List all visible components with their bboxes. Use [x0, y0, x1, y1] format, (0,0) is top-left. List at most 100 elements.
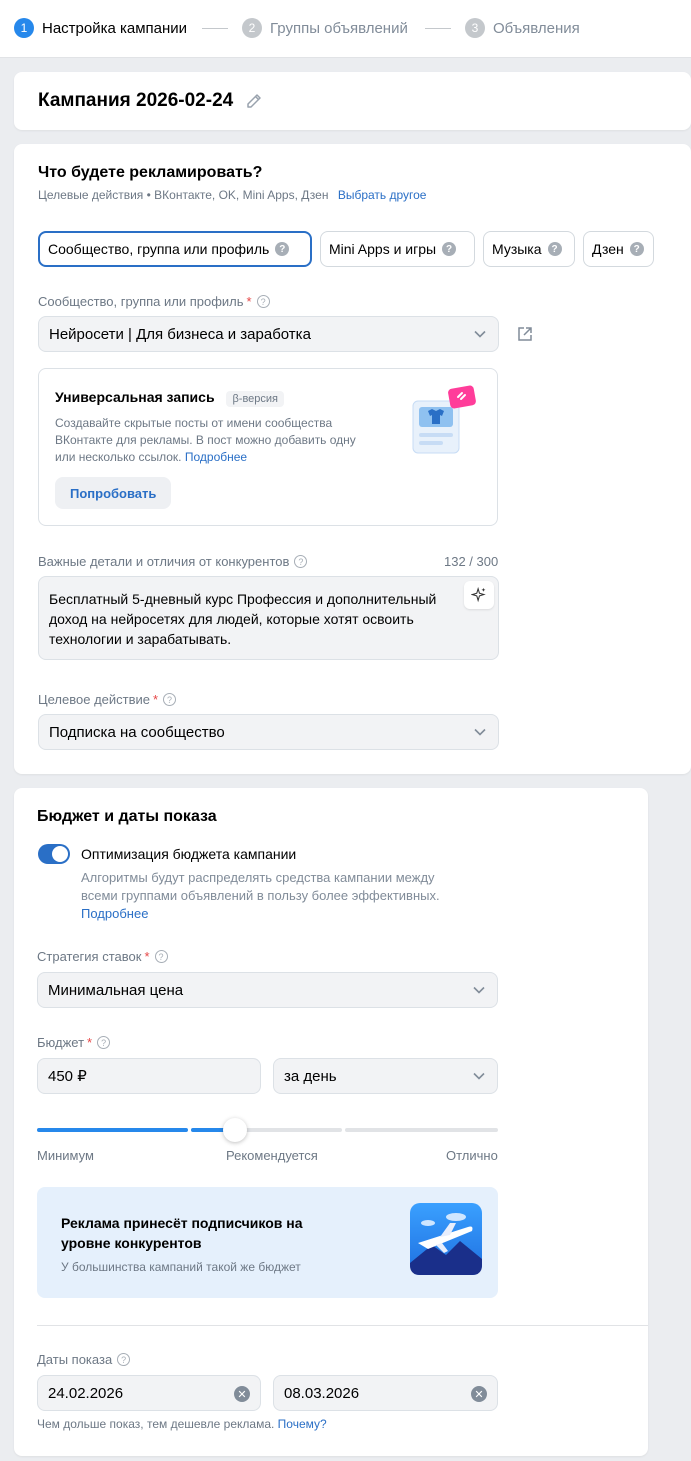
- chip-dzen[interactable]: Дзен ?: [583, 231, 654, 267]
- universal-post-promo: Универсальная запись β-версия Создавайте…: [38, 368, 498, 526]
- budget-heading: Бюджет и даты показа: [37, 808, 217, 825]
- campaign-title: Кампания 2026-02-24: [38, 90, 234, 111]
- strategy-value: Минимальная цена: [48, 981, 184, 999]
- toggle-label: Оптимизация бюджета кампании: [81, 846, 297, 862]
- chip-label: Дзен: [592, 241, 624, 257]
- step-ads[interactable]: 3 Объявления: [465, 17, 580, 39]
- promo-description: Создавайте скрытые посты от имени сообще…: [55, 415, 375, 466]
- help-icon[interactable]: ?: [163, 693, 177, 706]
- budget-period-select[interactable]: за день: [273, 1058, 498, 1094]
- details-field-label: Важные детали и отличия от конкурентов ?: [38, 554, 308, 569]
- budget-amount-value: 450 ₽: [48, 1068, 87, 1085]
- step-campaign-settings[interactable]: 1 Настройка кампании: [14, 17, 187, 39]
- slider-label-max: Отлично: [446, 1148, 498, 1163]
- date-end-input[interactable]: 08.03.2026 ✕: [273, 1375, 498, 1411]
- chip-label: Сообщество, группа или профиль: [48, 241, 270, 257]
- details-counter: 132 / 300: [444, 554, 499, 569]
- required-mark: *: [87, 1035, 93, 1050]
- help-icon[interactable]: ?: [547, 242, 562, 256]
- chip-label: Музыка: [492, 241, 542, 257]
- date-start-value: 24.02.2026: [48, 1384, 124, 1402]
- strategy-label-text: Стратегия ставок: [37, 949, 142, 964]
- toggle-more-link[interactable]: Подробнее: [81, 906, 148, 921]
- tip-subtitle: У большинства кампаний такой же бюджет: [61, 1260, 301, 1274]
- sparkle-icon: [471, 587, 486, 603]
- dates-hint-text: Чем дольше показ, тем дешевле реклама.: [37, 1417, 275, 1431]
- required-mark: *: [153, 692, 159, 707]
- campaign-title-card: Кампания 2026-02-24: [14, 72, 691, 130]
- help-icon[interactable]: ?: [294, 555, 308, 568]
- step-divider: [202, 28, 228, 29]
- budget-card: Бюджет и даты показа Оптимизация бюджета…: [14, 788, 648, 1456]
- slider-segment-min: [37, 1128, 188, 1132]
- step-label: Настройка кампании: [42, 19, 188, 37]
- chevron-down-icon: [474, 728, 486, 736]
- budget-period-value: за день: [284, 1067, 337, 1085]
- slider-label-mid: Рекомендуется: [226, 1148, 318, 1163]
- step-number: 3: [465, 18, 485, 38]
- try-button[interactable]: Попробовать: [55, 477, 172, 509]
- promo-title-row: Универсальная запись β-версия: [55, 389, 284, 407]
- help-icon[interactable]: ?: [117, 1353, 131, 1366]
- step-label: Группы объявлений: [270, 19, 408, 37]
- external-link-icon[interactable]: [516, 325, 534, 343]
- promote-card: Что будете рекламировать? Целевые действ…: [14, 144, 691, 774]
- toggle-desc-text: Алгоритмы будут распределять средства ка…: [81, 870, 440, 903]
- beta-badge: β-версия: [226, 391, 284, 407]
- dates-label-text: Даты показа: [37, 1352, 113, 1367]
- strategy-label: Стратегия ставок * ?: [37, 949, 168, 964]
- campaign-title-row: Кампания 2026-02-24: [38, 90, 263, 112]
- chevron-down-icon: [474, 330, 486, 338]
- step-label: Объявления: [493, 19, 580, 37]
- dates-hint: Чем дольше показ, тем дешевле реклама. П…: [37, 1417, 327, 1431]
- date-end-value: 08.03.2026: [284, 1384, 360, 1402]
- help-icon[interactable]: ?: [154, 950, 168, 963]
- dates-label: Даты показа ?: [37, 1352, 131, 1367]
- date-start-input[interactable]: 24.02.2026 ✕: [37, 1375, 261, 1411]
- ai-sparkle-icon[interactable]: [464, 581, 494, 609]
- budget-label-text: Бюджет: [37, 1035, 85, 1050]
- step-number: 1: [14, 18, 34, 38]
- strategy-select[interactable]: Минимальная цена: [37, 972, 498, 1008]
- clear-icon[interactable]: ✕: [471, 1386, 487, 1402]
- dates-why-link[interactable]: Почему?: [278, 1417, 327, 1431]
- help-icon[interactable]: ?: [256, 295, 270, 308]
- community-select[interactable]: Нейросети | Для бизнеса и заработка: [38, 316, 499, 352]
- help-icon[interactable]: ?: [97, 1036, 111, 1049]
- help-icon[interactable]: ?: [275, 242, 290, 256]
- universal-post-illustration-icon: [412, 385, 476, 454]
- details-textarea-value: Бесплатный 5-дневный курс Профессия и до…: [49, 591, 437, 647]
- section-divider: [37, 1325, 648, 1326]
- chevron-down-icon: [473, 1072, 485, 1080]
- help-icon[interactable]: ?: [442, 242, 457, 256]
- promote-heading: Что будете рекламировать?: [38, 164, 263, 181]
- chip-music[interactable]: Музыка ?: [483, 231, 575, 267]
- slider-segment-max: [345, 1128, 498, 1132]
- target-action-label-text: Целевое действие: [38, 692, 150, 707]
- tip-title: Реклама принесёт подписчиков на уровне к…: [61, 1215, 303, 1251]
- target-action-label: Целевое действие * ?: [38, 692, 177, 707]
- community-select-value: Нейросети | Для бизнеса и заработка: [49, 325, 311, 343]
- community-field-label: Сообщество, группа или профиль * ?: [38, 294, 270, 309]
- budget-optimization-toggle[interactable]: [38, 844, 70, 864]
- step-ad-groups[interactable]: 2 Группы объявлений: [242, 17, 408, 39]
- budget-amount-input[interactable]: 450 ₽: [37, 1058, 261, 1094]
- clear-icon[interactable]: ✕: [234, 1386, 250, 1402]
- budget-slider[interactable]: [37, 1118, 498, 1142]
- target-action-select[interactable]: Подписка на сообщество: [38, 714, 499, 750]
- slider-thumb[interactable]: [223, 1118, 248, 1142]
- promo-more-link[interactable]: Подробнее: [185, 450, 247, 464]
- toggle-description: Алгоритмы будут распределять средства ка…: [81, 869, 471, 923]
- community-label-text: Сообщество, группа или профиль: [38, 294, 244, 309]
- promo-title: Универсальная запись: [55, 389, 215, 405]
- edit-pencil-icon[interactable]: [245, 92, 263, 110]
- details-textarea[interactable]: Бесплатный 5-дневный курс Профессия и до…: [38, 576, 499, 660]
- target-action-value: Подписка на сообщество: [49, 723, 225, 741]
- help-icon[interactable]: ?: [629, 242, 644, 256]
- choose-other-link[interactable]: Выбрать другое: [338, 188, 427, 202]
- required-mark: *: [144, 949, 150, 964]
- slider-label-min: Минимум: [37, 1148, 94, 1163]
- chevron-down-icon: [473, 986, 485, 994]
- chip-mini-apps[interactable]: Mini Apps и игры ?: [320, 231, 475, 267]
- chip-community[interactable]: Сообщество, группа или профиль ?: [38, 231, 312, 267]
